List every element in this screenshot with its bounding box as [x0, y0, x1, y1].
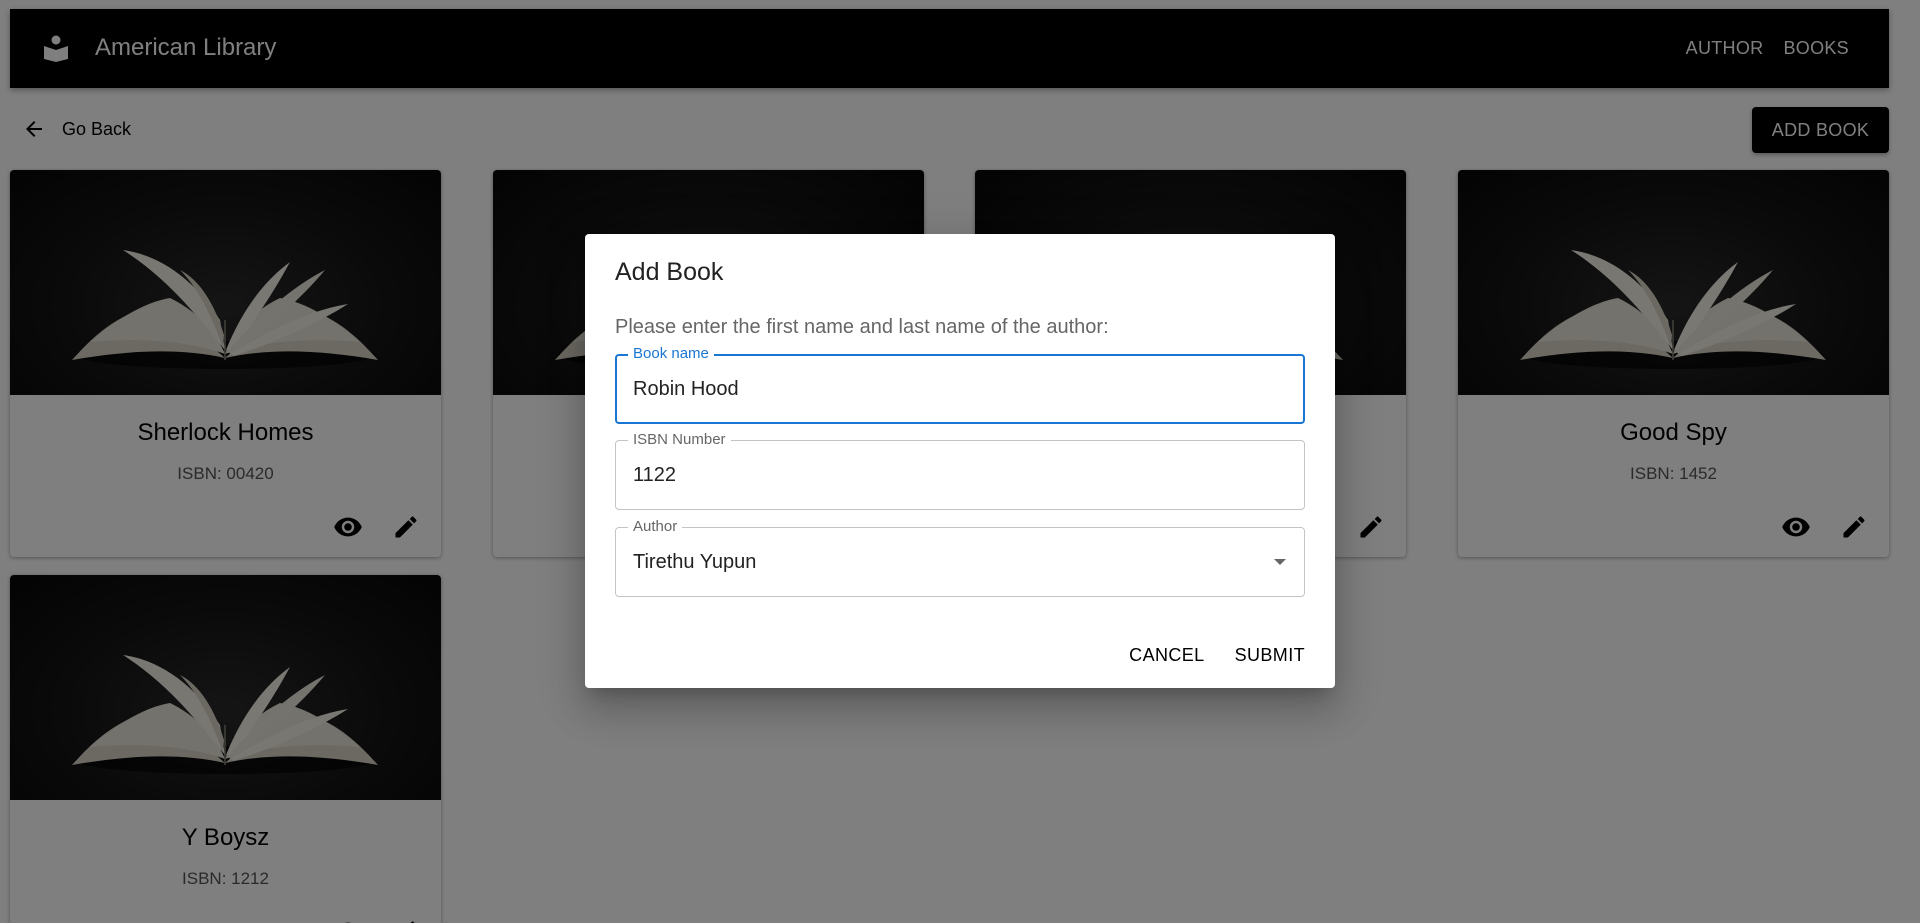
- dialog-actions: CANCEL SUBMIT: [1119, 639, 1315, 672]
- caret-down-icon: [1274, 559, 1286, 565]
- isbn-field: ISBN Number: [615, 432, 1305, 510]
- dialog-title: Add Book: [615, 258, 724, 286]
- cancel-button[interactable]: CANCEL: [1119, 639, 1214, 672]
- author-select[interactable]: Author Tirethu Yupun: [615, 519, 1305, 597]
- book-name-input[interactable]: [633, 355, 1273, 423]
- add-book-dialog: Add Book Please enter the first name and…: [585, 234, 1335, 688]
- dialog-instructions: Please enter the first name and last nam…: [615, 316, 1109, 338]
- library-page: American Library AUTHOR BOOKS Go Back AD…: [0, 0, 1920, 923]
- submit-button[interactable]: SUBMIT: [1225, 639, 1315, 672]
- isbn-input[interactable]: [633, 441, 1273, 509]
- book-name-field: Book name: [615, 346, 1305, 424]
- author-selected-value: Tirethu Yupun: [633, 551, 757, 573]
